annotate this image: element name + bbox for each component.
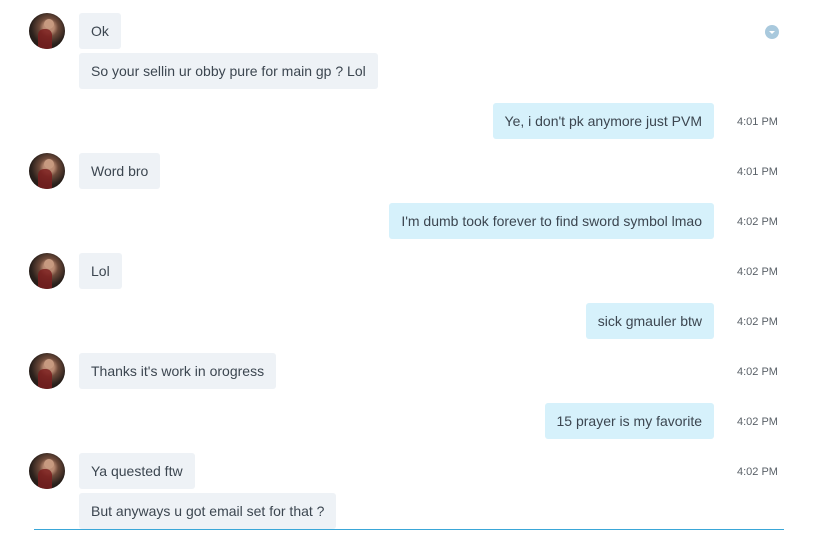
message-bubble-incoming[interactable]: Word bro: [79, 153, 161, 189]
contact-avatar[interactable]: [29, 253, 65, 289]
compose-divider: [34, 529, 784, 530]
message-bubble-incoming[interactable]: Thanks it's work in orogress: [79, 353, 277, 389]
message-bubble-incoming[interactable]: So your sellin ur obby pure for main gp …: [79, 53, 378, 89]
message-bubble-outgoing[interactable]: 15 prayer is my favorite: [544, 403, 714, 439]
contact-avatar[interactable]: [29, 453, 65, 489]
contact-avatar[interactable]: [29, 153, 65, 189]
message-timestamp: 4:02 PM: [737, 366, 778, 378]
contact-avatar[interactable]: [29, 13, 65, 49]
message-bubble-incoming[interactable]: Ok: [79, 13, 121, 49]
chat-conversation: Ok So your sellin ur obby pure for main …: [0, 0, 832, 536]
message-bubble-outgoing[interactable]: I'm dumb took forever to find sword symb…: [389, 203, 714, 239]
message-timestamp: 4:02 PM: [737, 466, 778, 478]
message-timestamp: 4:01 PM: [737, 116, 778, 128]
message-bubble-incoming[interactable]: But anyways u got email set for that ?: [79, 493, 337, 529]
contact-avatar[interactable]: [29, 353, 65, 389]
message-bubble-outgoing[interactable]: Ye, i don't pk anymore just PVM: [492, 103, 714, 139]
message-timestamp: 4:02 PM: [737, 266, 778, 278]
message-bubble-outgoing[interactable]: sick gmauler btw: [585, 303, 714, 339]
chevron-down-icon[interactable]: [765, 25, 779, 39]
message-timestamp: 4:02 PM: [737, 316, 778, 328]
message-bubble-incoming[interactable]: Ya quested ftw: [79, 453, 195, 489]
compose-toolbar-icon[interactable]: [36, 532, 66, 536]
message-timestamp: 4:02 PM: [737, 416, 778, 428]
message-bubble-incoming[interactable]: Lol: [79, 253, 122, 289]
message-timestamp: 4:01 PM: [737, 166, 778, 178]
message-timestamp: 4:02 PM: [737, 216, 778, 228]
